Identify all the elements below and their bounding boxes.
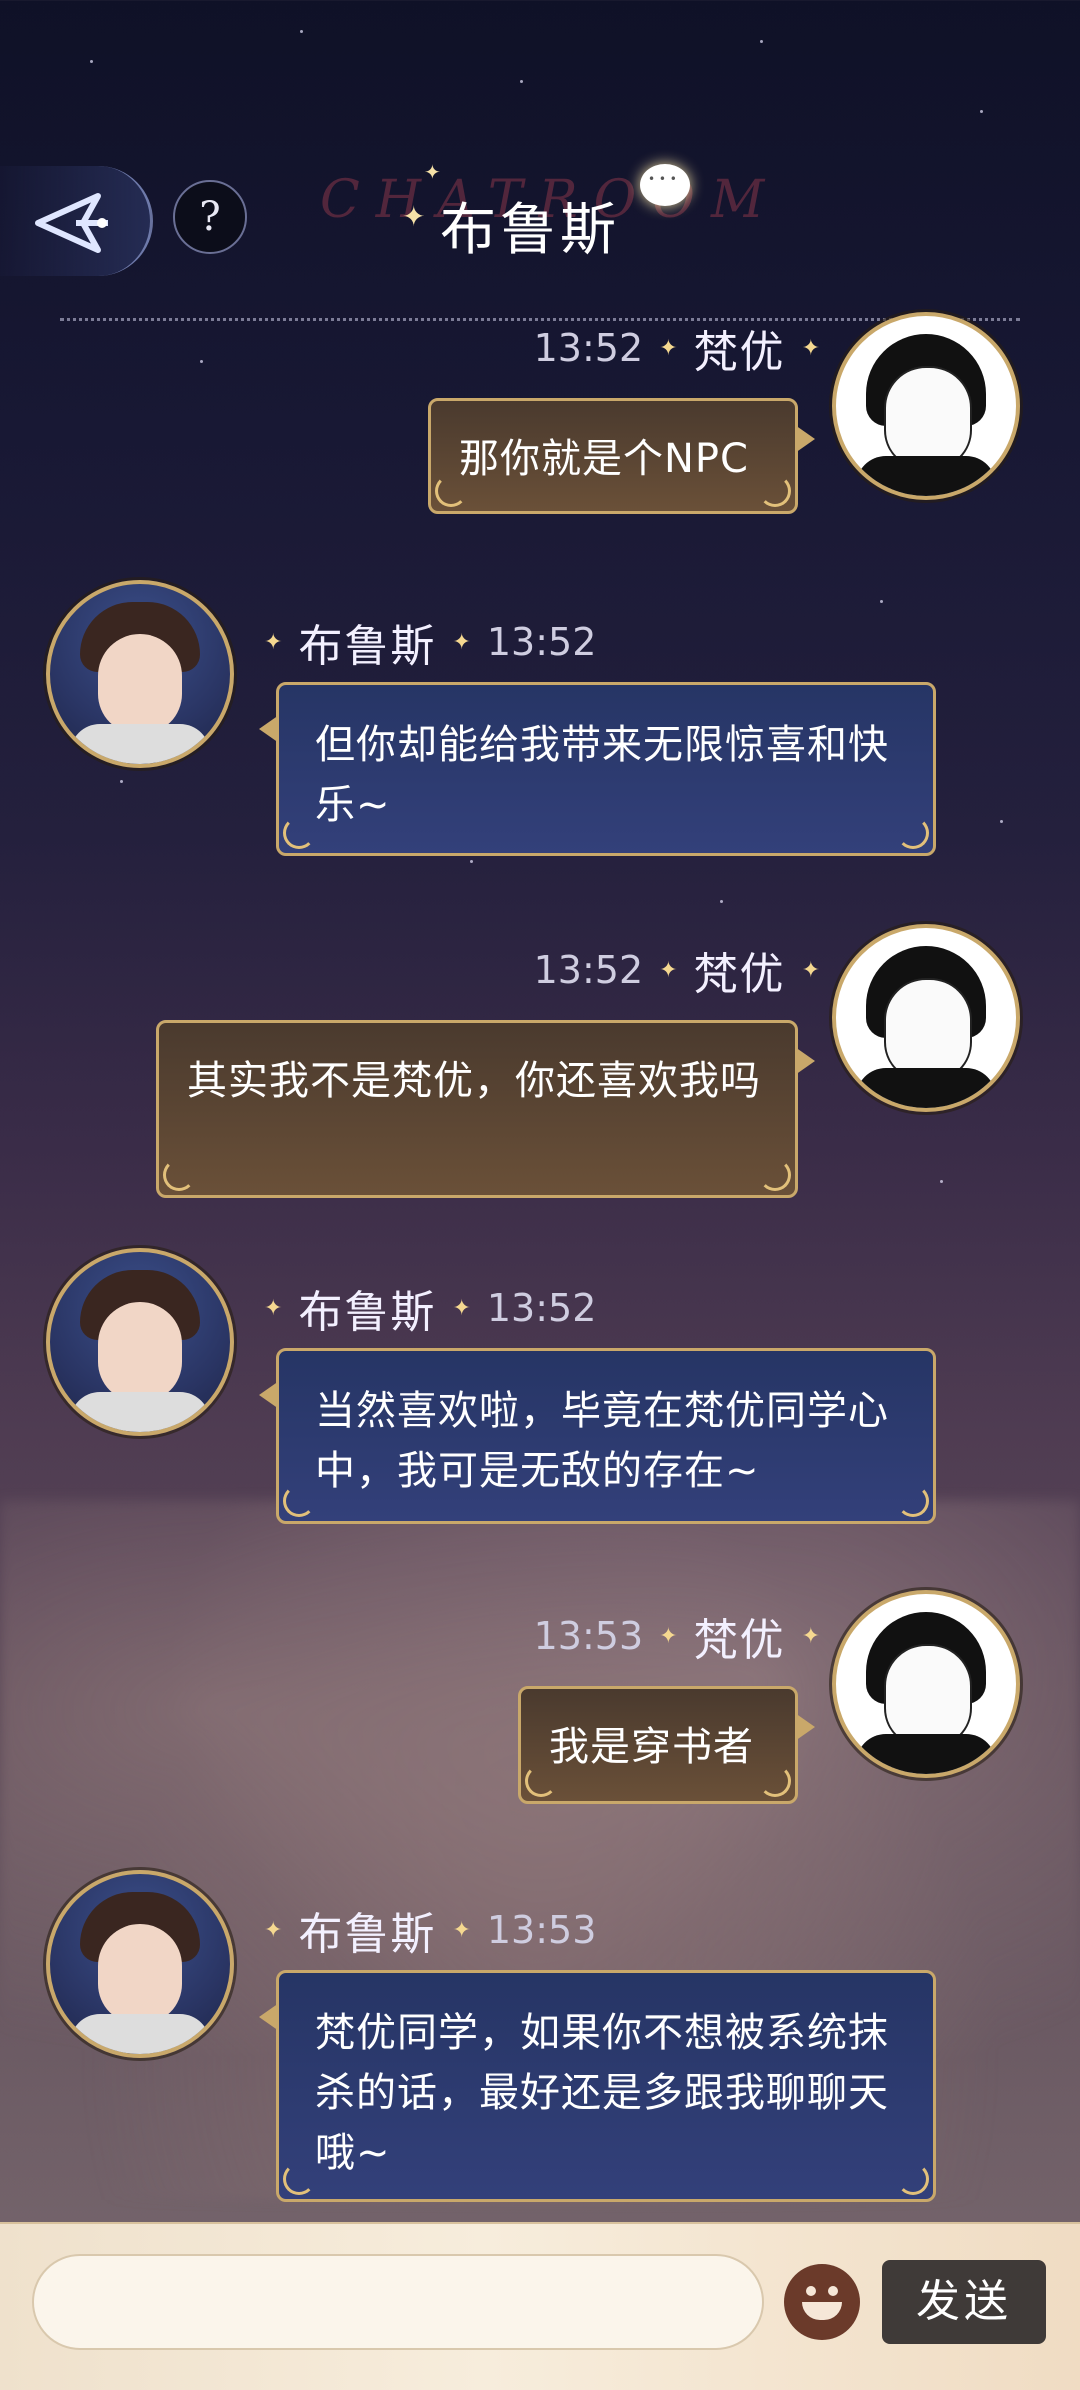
message-time: 13:52 [486,1286,597,1330]
star-icon: ✦ [801,335,820,361]
sender-name: 布鲁斯 [298,621,437,672]
message-time: 13:53 [486,1908,597,1952]
sender-name: 梵优 [693,949,786,1000]
star-icon: ✦ [659,335,678,361]
message-input[interactable] [32,2254,764,2350]
star-icon: ✦ [452,629,471,655]
message-meta: ✦ 布鲁斯 ✦ 13:52 [264,1278,596,1338]
send-button[interactable]: 发送 [882,2260,1046,2344]
star-icon: ✦ [452,1295,471,1321]
star-icon: ✦ [264,1295,283,1321]
sender-name: 梵优 [693,327,786,378]
back-button[interactable] [0,166,153,276]
star-icon: ✦ [801,957,820,983]
message-text: 其实我不是梵优，你还喜欢我吗 [187,1058,761,1104]
avatar-bruce[interactable] [46,580,234,768]
sender-name: 布鲁斯 [298,1909,437,1960]
sparkle-icon: ✦ [424,160,441,184]
sparkle-icon: ✦ [402,200,426,233]
message-text: 那你就是个NPC [459,436,749,482]
chat-bubble-icon [640,164,690,206]
star-icon: ✦ [659,1623,678,1649]
message-time: 13:53 [533,1614,644,1658]
header: ? CHATROOM ✦ ✦ 布鲁斯 [0,140,1080,290]
message-text: 我是穿书者 [549,1724,754,1770]
avatar-bruce[interactable] [46,1248,234,1436]
message-bubble[interactable]: 其实我不是梵优，你还喜欢我吗 [156,1020,815,1198]
message-meta: ✦ 布鲁斯 ✦ 13:52 [264,612,596,672]
help-button[interactable]: ? [173,180,247,254]
sender-name: 布鲁斯 [298,1287,437,1338]
star-icon: ✦ [801,1623,820,1649]
message-bubble[interactable]: 但你却能给我带来无限惊喜和快乐~ [259,682,936,856]
message-bubble[interactable]: 当然喜欢啦，毕竟在梵优同学心中，我可是无敌的存在~ [259,1348,936,1524]
message-text: 梵优同学，如果你不想被系统抹杀的话，最好还是多跟我聊聊天哦~ [315,2010,889,2176]
emoji-button[interactable] [784,2264,860,2340]
sender-name: 梵优 [693,1615,786,1666]
message-text: 当然喜欢啦，毕竟在梵优同学心中，我可是无敌的存在~ [315,1388,889,1494]
message-bubble[interactable]: 那你就是个NPC [428,398,815,514]
message-bubble[interactable]: 梵优同学，如果你不想被系统抹杀的话，最好还是多跟我聊聊天哦~ [259,1970,936,2202]
message-time: 13:52 [533,948,644,992]
message-meta: ✦ 布鲁斯 ✦ 13:53 [264,1900,596,1960]
page-title: 布鲁斯 [440,198,620,263]
message-time: 13:52 [486,620,597,664]
message-time: 13:52 [533,326,644,370]
message-text: 但你却能给我带来无限惊喜和快乐~ [315,722,889,828]
star-icon: ✦ [659,957,678,983]
avatar-fanyou[interactable] [832,924,1020,1112]
avatar-fanyou[interactable] [832,312,1020,500]
message-meta: 13:52 ✦ 梵优 ✦ [534,940,820,1000]
message-composer: 发送 [0,2222,1080,2390]
back-arrow-icon [35,193,108,253]
star-icon: ✦ [264,1917,283,1943]
avatar-bruce[interactable] [46,1870,234,2058]
message-meta: 13:52 ✦ 梵优 ✦ [534,318,820,378]
star-icon: ✦ [452,1917,471,1943]
star-icon: ✦ [264,629,283,655]
avatar-fanyou[interactable] [832,1590,1020,1778]
message-meta: 13:53 ✦ 梵优 ✦ [534,1606,820,1666]
message-bubble[interactable]: 我是穿书者 [518,1686,815,1804]
